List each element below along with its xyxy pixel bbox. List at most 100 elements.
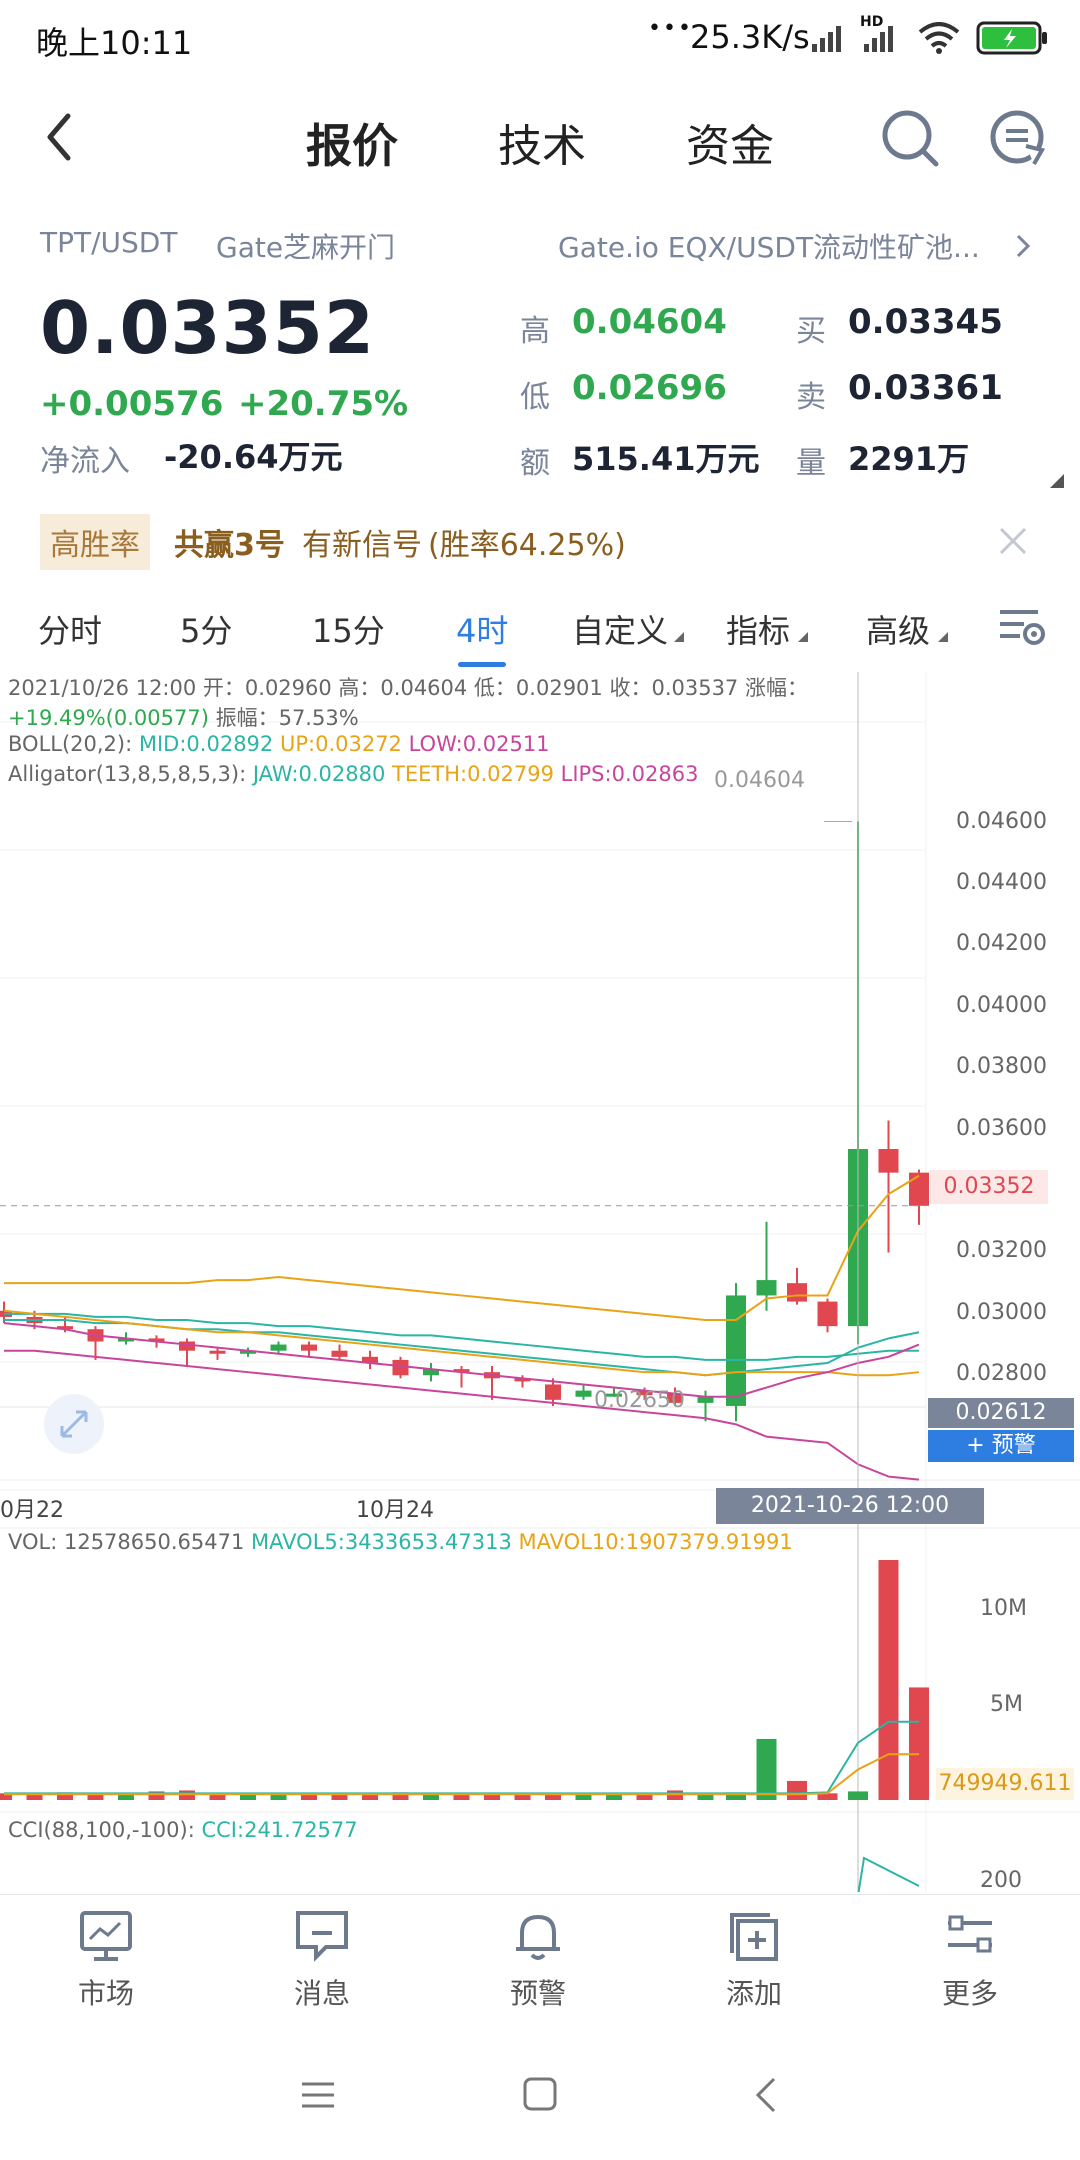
candle-body [301, 1344, 317, 1351]
back-icon[interactable] [754, 2076, 778, 2114]
tab-advanced[interactable]: 高级 [866, 606, 930, 652]
net-speed: 25.3K/s [690, 18, 810, 56]
close-icon[interactable] [998, 526, 1028, 556]
candle-body [545, 1384, 561, 1400]
menu-icon[interactable] [300, 2080, 336, 2110]
crosshair-price-tag: 0.02612 [928, 1398, 1074, 1428]
tab-period-15m[interactable]: 15分 [312, 606, 385, 652]
volume-bar [909, 1687, 929, 1800]
dropdown-triangle-icon [674, 632, 684, 642]
tab-quote[interactable]: 报价 [306, 110, 398, 176]
price-axis-label: 0.04000 [956, 992, 1047, 1018]
price-axis-label: 0.04600 [956, 808, 1047, 834]
promo-link[interactable]: Gate.io EQX/USDT流动性矿池... [558, 226, 980, 266]
volume-bar [848, 1791, 868, 1800]
alligator-teeth: TEETH:0.02799 [392, 762, 554, 786]
signal-badge: 高胜率 [40, 514, 150, 570]
boll-up-line [4, 1174, 920, 1321]
price-axis-label: 0.03600 [956, 1115, 1047, 1141]
tab-period-timeshare[interactable]: 分时 [38, 606, 102, 652]
alert-button[interactable]: + 预警 [928, 1430, 1074, 1462]
nav-add[interactable]: 添加 [694, 1909, 814, 2012]
low-marker-label: 0.02650 [594, 1388, 685, 1413]
signal-rate: (胜率64.25%) [428, 528, 626, 563]
signal-banner[interactable]: 高胜率 共赢3号 有新信号 (胜率64.25%) [0, 502, 1080, 582]
boll-low: LOW:0.02511 [408, 732, 550, 756]
corner-triangle-icon [1050, 474, 1064, 488]
tab-indicators[interactable]: 指标 [726, 606, 790, 652]
candle-body [817, 1301, 838, 1327]
cci-label: CCI(88,100,-100): [8, 1818, 195, 1842]
message-icon [296, 1911, 348, 1962]
home-icon[interactable] [522, 2076, 558, 2112]
volume-bar [756, 1738, 777, 1800]
pair-symbol: TPT/USDT [40, 226, 178, 259]
tab-period-custom[interactable]: 自定义 [572, 606, 668, 652]
amount-label: 额 [520, 446, 550, 481]
dropdown-triangle-icon [798, 632, 808, 642]
boll-mid: MID:0.02892 [138, 732, 274, 756]
vol-info: VOL: 12578650.65471 MAVOL5:3433653.47313… [8, 1530, 793, 1554]
signal-text: 有新信号 [302, 528, 422, 563]
tab-funds[interactable]: 资金 [686, 110, 774, 174]
nav-market[interactable]: 市场 [46, 1909, 166, 2012]
candle-body [878, 1149, 899, 1173]
tab-period-4h[interactable]: 4时 [456, 606, 508, 652]
net-inflow-value: -20.64万元 [164, 438, 343, 476]
candle-body [270, 1344, 287, 1351]
expand-icon [60, 1410, 88, 1438]
alligator-info: Alligator(13,8,5,8,5,3): JAW:0.02880 TEE… [8, 762, 698, 786]
cci-axis-200: 200 [980, 1868, 1022, 1893]
nav-messages-label: 消息 [293, 1977, 350, 2010]
candle-body [209, 1350, 226, 1354]
period-tabs: 分时 5分 15分 4时 自定义 指标 高级 [0, 592, 1080, 672]
vol-axis-10m: 10M [980, 1596, 1027, 1621]
price-axis-label: 0.02800 [956, 1361, 1047, 1387]
search-icon[interactable] [880, 108, 940, 168]
amplitude-info: 振幅：57.53% [208, 706, 359, 730]
price-axis-label: 0.03800 [956, 1054, 1047, 1080]
buy-label: 买 [796, 314, 826, 349]
vol-axis-5m: 5M [990, 1692, 1023, 1717]
candle-body [575, 1390, 592, 1397]
volume-bar [787, 1780, 807, 1800]
current-price-tag: 0.03352 [930, 1170, 1048, 1204]
tab-period-5m[interactable]: 5分 [180, 606, 232, 652]
boll-label: BOLL(20,2): [8, 732, 133, 756]
volume-value: 2291万 [848, 440, 970, 478]
mavol10-value: MAVOL10:1907379.91991 [518, 1530, 793, 1554]
chat-menu-icon[interactable] [988, 108, 1050, 170]
active-tab-indicator [458, 662, 506, 667]
boll-info: BOLL(20,2): MID:0.02892 UP:0.03272 LOW:0… [8, 732, 550, 756]
tab-technical[interactable]: 技术 [498, 110, 586, 174]
nav-more-label: 更多 [941, 1977, 998, 2010]
system-nav-bar [0, 2030, 1080, 2160]
vol-tag: 749949.611 [936, 1768, 1074, 1800]
price-change-pct: +20.75% [238, 384, 409, 424]
kline-chart[interactable]: 2021/10/26 12:00 开：0.02960 高：0.04604 低：0… [0, 672, 1080, 1893]
date-label-2: 10月24 [356, 1498, 434, 1523]
price-change: +0.00576 [40, 384, 224, 424]
chart-settings-icon[interactable] [998, 606, 1046, 650]
mavol5-value: MAVOL5:3433653.47313 [251, 1530, 512, 1554]
amount-value: 515.41万元 [572, 440, 760, 478]
nav-alerts[interactable]: 预警 [478, 1909, 598, 2012]
nav-messages[interactable]: 消息 [262, 1909, 382, 2012]
more-dots-icon: ••• [648, 16, 693, 41]
low-value: 0.02696 [572, 368, 727, 408]
change-pct-info: +19.49%(0.00577) [8, 706, 209, 730]
ohlc-info: 2021/10/26 12:00 开：0.02960 高：0.04604 低：0… [8, 676, 808, 700]
exchange-name: Gate芝麻开门 [216, 231, 396, 264]
signal-icon [812, 26, 841, 52]
wifi-icon [918, 22, 960, 54]
mavol10-line [4, 1753, 919, 1796]
back-arrow-icon[interactable] [44, 112, 74, 162]
expand-button[interactable] [44, 1394, 104, 1454]
nav-more[interactable]: 更多 [910, 1909, 1030, 2012]
bottom-nav: 市场 消息 预警 添加 更多 [0, 1894, 1080, 2031]
chevron-right-icon[interactable] [1014, 232, 1032, 260]
bell-icon [516, 1914, 560, 1960]
vol-value: VOL: 12578650.65471 [8, 1530, 245, 1554]
top-nav: 报价 技术 资金 [0, 80, 1080, 200]
last-price: 0.03352 [40, 286, 375, 370]
